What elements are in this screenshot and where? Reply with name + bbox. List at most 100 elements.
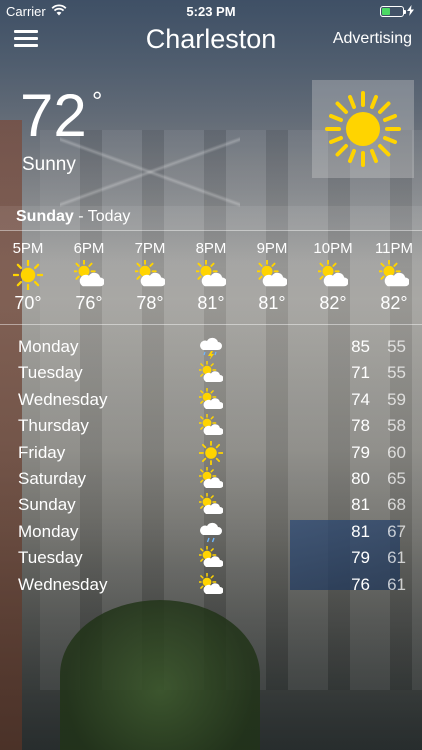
daily-row: Wednesday 76 61 xyxy=(0,572,422,598)
partly-sunny-icon xyxy=(197,387,224,412)
daily-low: 61 xyxy=(387,574,406,594)
hourly-temp: 82° xyxy=(380,293,408,313)
thunderstorm-icon xyxy=(199,335,223,360)
daily-day: Wednesday xyxy=(18,574,108,594)
daily-low: 61 xyxy=(387,548,406,568)
partly-sunny-icon xyxy=(197,493,224,517)
hourly-time: 11PM xyxy=(374,240,414,257)
day-header-day: Sunday xyxy=(16,208,74,225)
daily-low: 55 xyxy=(387,337,406,356)
sun-icon xyxy=(3,257,53,293)
hourly-time: 8PM xyxy=(195,240,227,257)
app-content: Carrier 5:23 PM Charleston Advertising 7… xyxy=(0,0,422,750)
hamburger-icon-line xyxy=(14,44,38,47)
hourly-temp: 78° xyxy=(136,293,164,313)
navigation-bar: Charleston Advertising xyxy=(0,22,422,60)
daily-low: 59 xyxy=(387,389,406,409)
current-weather-panel xyxy=(312,80,414,178)
daily-day: Tuesday xyxy=(18,363,83,383)
daily-high: 74 xyxy=(351,389,370,409)
battery-level xyxy=(382,8,390,15)
daily-high: 76 xyxy=(351,574,370,594)
hamburger-icon-line xyxy=(14,37,38,40)
daily-high: 78 xyxy=(351,416,370,436)
hourly-time: 5PM xyxy=(12,240,44,257)
partly-sunny-icon xyxy=(247,257,297,293)
daily-low: 68 xyxy=(387,495,406,515)
menu-button[interactable] xyxy=(14,30,38,48)
daily-low: 58 xyxy=(387,416,406,436)
hourly-temp: 82° xyxy=(319,293,347,313)
hourly-temp: 76° xyxy=(75,293,103,313)
hourly-item: 8PM 81° xyxy=(186,240,236,314)
battery-icon xyxy=(380,6,406,17)
daily-low: 67 xyxy=(387,521,406,541)
daily-row: Monday 81 67 xyxy=(0,519,422,545)
daily-high: 80 xyxy=(351,469,370,488)
partly-sunny-icon xyxy=(186,257,236,293)
partly-sunny-icon xyxy=(308,257,358,293)
partly-sunny-icon xyxy=(64,257,114,293)
degree-symbol: ° xyxy=(92,86,103,116)
partly-sunny-icon xyxy=(197,466,224,491)
daily-row: Friday 79 60 xyxy=(0,440,422,466)
hourly-item: 11PM 82° xyxy=(369,240,419,314)
hourly-item: 6PM 76° xyxy=(64,240,114,314)
daily-high: 81 xyxy=(351,521,370,541)
daily-day: Saturday xyxy=(18,469,87,488)
daily-day: Wednesday xyxy=(18,389,108,409)
daily-low: 60 xyxy=(387,442,406,462)
hourly-time: 10PM xyxy=(313,240,353,257)
daily-day: Friday xyxy=(18,442,66,462)
hourly-time: 9PM xyxy=(256,240,288,257)
hourly-temp: 70° xyxy=(14,293,42,313)
partly-sunny-icon xyxy=(197,572,224,597)
status-bar: Carrier 5:23 PM xyxy=(0,0,422,22)
hamburger-icon-line xyxy=(14,30,38,33)
daily-row: Sunday 81 68 xyxy=(0,492,422,518)
charging-icon xyxy=(407,4,414,19)
status-time: 5:23 PM xyxy=(186,4,236,19)
rain-icon xyxy=(199,520,223,544)
hourly-item: 9PM 81° xyxy=(247,240,297,314)
hourly-item: 5PM 70° xyxy=(3,240,53,314)
hourly-item: 7PM 78° xyxy=(125,240,175,314)
partly-sunny-icon xyxy=(125,257,175,293)
daily-low: 55 xyxy=(387,363,406,383)
day-header: Sunday - Today xyxy=(16,208,130,226)
status-right xyxy=(380,4,414,19)
current-condition: Sunny xyxy=(22,154,76,175)
divider xyxy=(0,324,422,325)
sun-icon xyxy=(325,91,401,167)
daily-high: 71 xyxy=(351,363,370,383)
daily-row: Tuesday 71 55 xyxy=(0,360,422,386)
hourly-time: 6PM xyxy=(73,240,105,257)
daily-high: 79 xyxy=(351,442,370,462)
hourly-temp: 81° xyxy=(258,293,286,313)
hourly-item: 10PM 82° xyxy=(308,240,358,314)
daily-day: Monday xyxy=(18,337,79,356)
hourly-temp: 81° xyxy=(197,293,225,313)
partly-sunny-icon xyxy=(369,257,419,293)
daily-row: Monday 85 55 xyxy=(0,334,422,360)
daily-low: 65 xyxy=(387,469,406,488)
daily-day: Tuesday xyxy=(18,548,83,568)
partly-sunny-icon xyxy=(197,413,224,438)
day-header-suffix: - Today xyxy=(73,208,131,225)
daily-day: Sunday xyxy=(18,495,76,515)
daily-high: 79 xyxy=(351,548,370,568)
hourly-time: 7PM xyxy=(134,240,166,257)
partly-sunny-icon xyxy=(197,545,224,570)
daily-day: Monday xyxy=(18,521,79,541)
advertising-button[interactable]: Advertising xyxy=(333,30,412,48)
divider xyxy=(0,230,422,231)
sun-icon xyxy=(198,440,224,465)
current-temperature: 72 xyxy=(20,82,87,149)
daily-row: Tuesday 79 61 xyxy=(0,545,422,571)
daily-row: Wednesday 74 59 xyxy=(0,387,422,413)
partly-sunny-icon xyxy=(197,361,224,385)
daily-row: Thursday 78 58 xyxy=(0,413,422,439)
daily-high: 81 xyxy=(351,495,370,515)
daily-day: Thursday xyxy=(18,416,89,436)
daily-high: 85 xyxy=(351,337,370,356)
